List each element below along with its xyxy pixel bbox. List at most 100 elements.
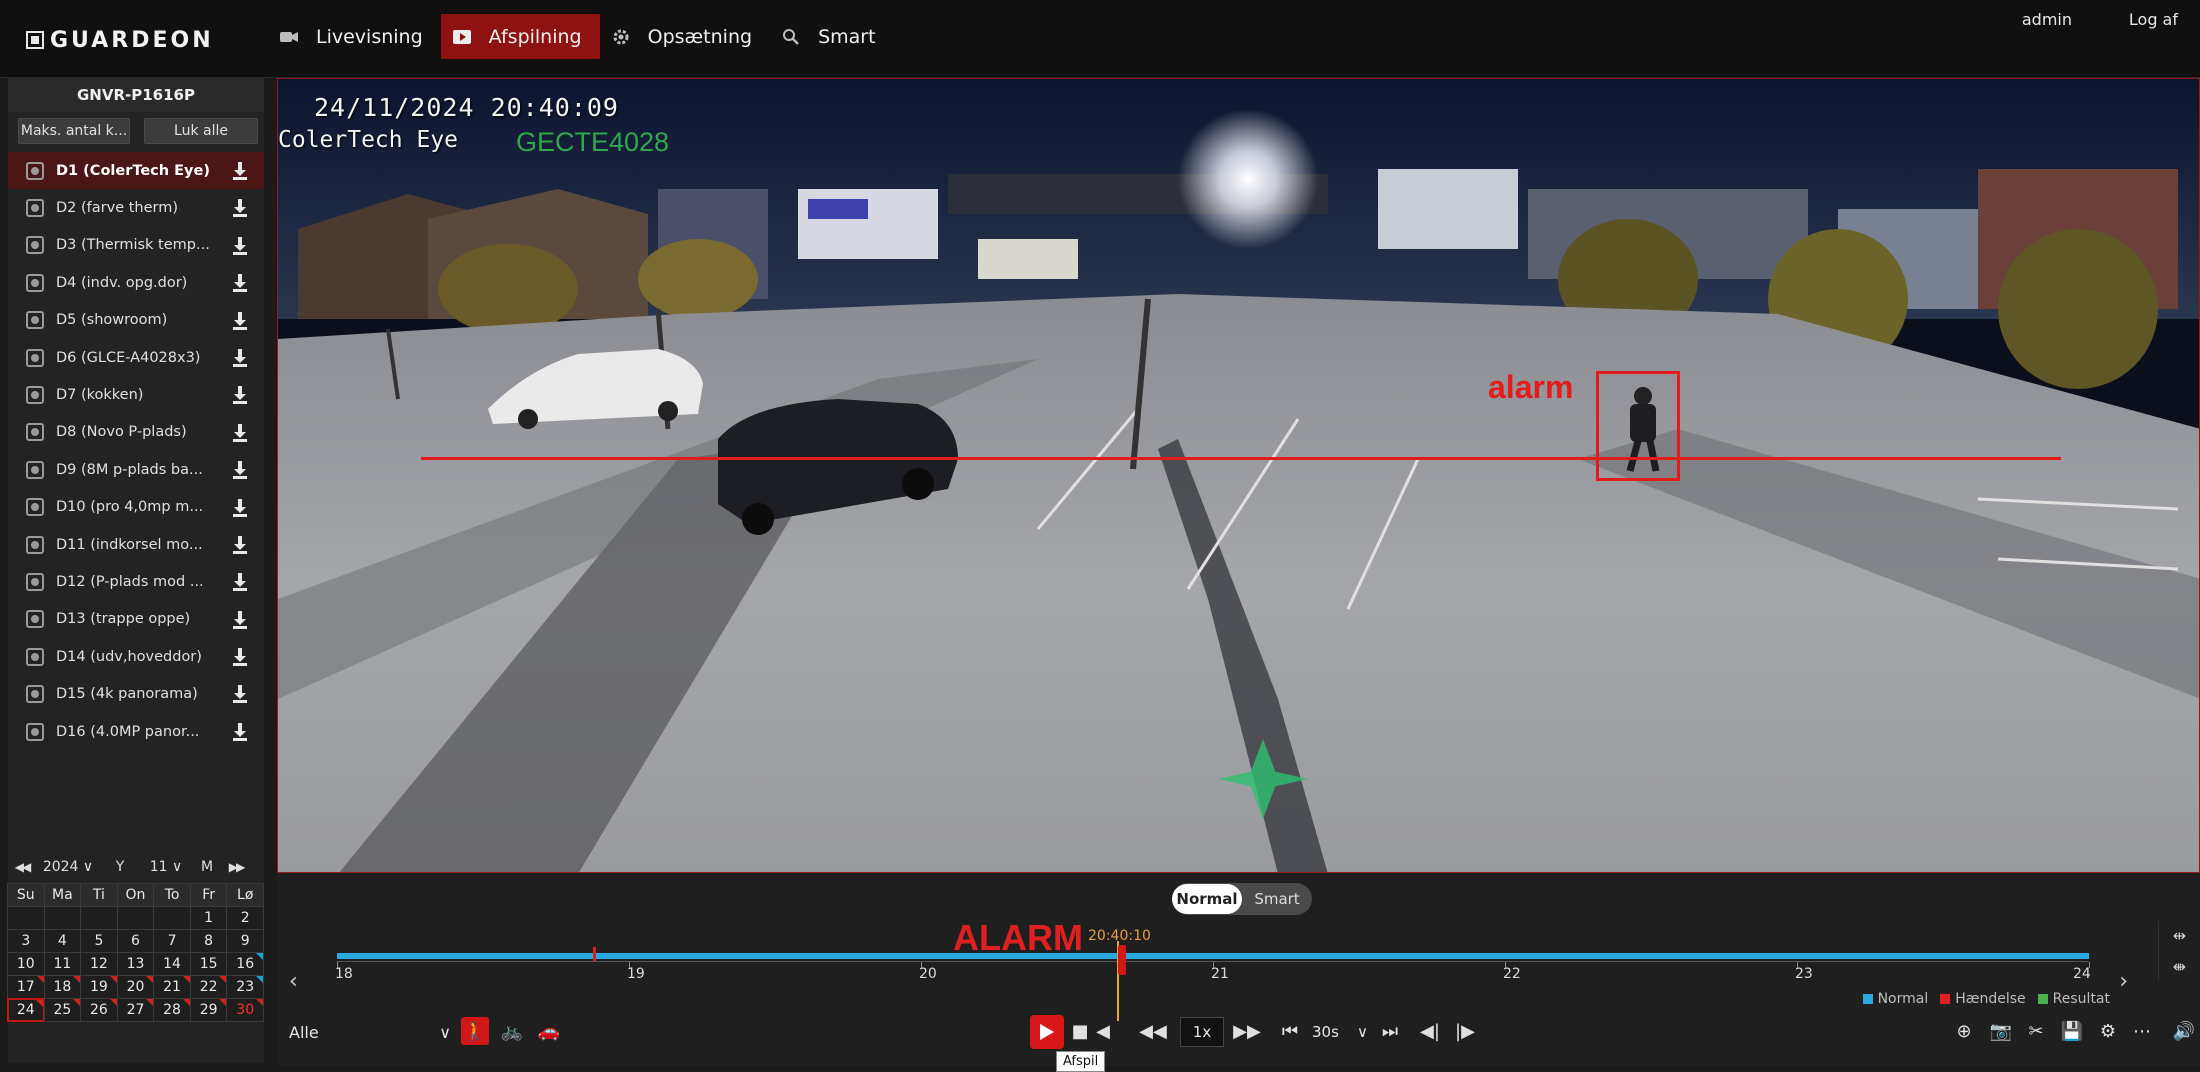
download-icon[interactable] (232, 573, 248, 592)
download-icon[interactable] (232, 311, 248, 330)
calendar-day[interactable]: 28 (153, 998, 191, 1022)
download-icon[interactable] (232, 274, 248, 293)
calendar-day[interactable]: 23 (226, 975, 264, 999)
mode-normal[interactable]: Normal (1172, 884, 1242, 914)
logout-link[interactable]: Log af (2129, 10, 2178, 29)
zoom-out-icon[interactable]: ⇼ (2173, 957, 2186, 976)
frame-forward-icon[interactable]: |▶ (1451, 1017, 1479, 1045)
max-channels-button[interactable]: Maks. antal k... (18, 118, 130, 144)
channel-item[interactable]: D12 (P-plads mod ... (8, 563, 264, 600)
timeline-axis[interactable]: 18 19 20 21 22 23 24 (335, 961, 2091, 997)
download-icon[interactable] (232, 722, 248, 741)
calendar-day[interactable]: 1 (189, 906, 228, 930)
calendar-day[interactable]: 27 (116, 998, 155, 1022)
download-icon[interactable] (232, 162, 248, 180)
slow-down-icon[interactable]: ◀◀ (1139, 1017, 1167, 1045)
calendar-day[interactable]: 19 (80, 975, 118, 999)
calendar-day[interactable]: 15 (189, 952, 228, 976)
year-select[interactable]: 2024 ∨ (36, 859, 100, 875)
timeline-prev-icon[interactable]: ‹ (289, 969, 298, 994)
download-icon[interactable] (232, 498, 248, 517)
step-select[interactable]: 30s ∨ (1308, 1019, 1372, 1045)
nav-afspilning[interactable]: Afspilning (440, 14, 600, 59)
calendar-day[interactable]: 21 (153, 975, 191, 999)
prev-year-icon[interactable]: ◀◀ (8, 860, 36, 874)
calendar-day[interactable]: 3 (7, 929, 45, 953)
person-filter-icon[interactable]: 🚶 (461, 1017, 489, 1045)
channel-item[interactable]: D9 (8M p-plads ba... (8, 451, 264, 488)
calendar-day[interactable]: 12 (80, 952, 118, 976)
calendar-day[interactable]: 2 (226, 906, 264, 930)
month-select[interactable]: 11 ∨ (140, 859, 192, 875)
volume-icon[interactable]: 🔊 (2170, 1017, 2198, 1045)
calendar-day[interactable]: 18 (43, 975, 82, 999)
calendar-day[interactable]: 7 (153, 929, 191, 953)
calendar-day[interactable]: 22 (189, 975, 228, 999)
calendar-day[interactable]: 6 (116, 929, 155, 953)
download-icon[interactable] (232, 610, 248, 629)
calendar-day[interactable]: 25 (43, 998, 82, 1022)
frame-back-icon[interactable]: ◀| (1416, 1017, 1444, 1045)
close-all-button[interactable]: Luk alle (144, 118, 258, 144)
download-icon[interactable] (232, 461, 248, 480)
vehicle-filter-icon[interactable]: 🚲 (498, 1017, 526, 1045)
timeline-next-icon[interactable]: › (2119, 969, 2128, 994)
skip-back-icon[interactable]: ⏮ (1276, 1017, 1304, 1045)
skip-forward-icon[interactable]: ⏭ (1376, 1017, 1404, 1045)
user-name[interactable]: admin (2022, 10, 2072, 29)
calendar-day[interactable]: 29 (189, 998, 228, 1022)
channel-item[interactable]: D1 (ColerTech Eye) (8, 152, 264, 190)
calendar-day[interactable]: 5 (80, 929, 118, 953)
download-icon[interactable] (232, 386, 248, 405)
download-icon[interactable] (232, 423, 248, 442)
mode-smart[interactable]: Smart (1242, 884, 1312, 914)
calendar-day[interactable]: 10 (7, 952, 45, 976)
channel-item[interactable]: D3 (Thermisk temp... (8, 227, 264, 264)
channel-item[interactable]: D14 (udv,hoveddor) (8, 638, 264, 675)
channel-item[interactable]: D11 (indkorsel mo... (8, 526, 264, 563)
channel-item[interactable]: D16 (4.0MP panor... (8, 713, 264, 750)
nav-smart[interactable]: Smart (770, 14, 893, 59)
zoom-in-icon[interactable]: ⇹ (2173, 926, 2186, 945)
car-filter-icon[interactable]: 🚗 (535, 1017, 563, 1045)
download-icon[interactable] (232, 199, 248, 218)
channel-item[interactable]: D8 (Novo P-plads) (8, 414, 264, 451)
calendar-day[interactable]: 17 (7, 975, 45, 999)
download-icon[interactable] (232, 535, 248, 554)
video-view[interactable]: alarm 24/11/2024 20:40:09 ColerTech Eye … (277, 78, 2200, 873)
playhead-handle[interactable] (1118, 945, 1126, 975)
calendar-day[interactable]: 11 (43, 952, 82, 976)
channel-item[interactable]: D6 (GLCE-A4028x3) (8, 339, 264, 376)
reverse-play-icon[interactable]: ◀ (1089, 1017, 1117, 1045)
calendar-day[interactable]: 16 (226, 952, 264, 976)
download-icon[interactable] (232, 236, 248, 255)
nav-opsaetning[interactable]: Opsætning (600, 14, 770, 59)
nav-livevisning[interactable]: Livevisning (268, 14, 441, 59)
calendar-day[interactable]: 14 (153, 952, 191, 976)
channel-item[interactable]: D15 (4k panorama) (8, 675, 264, 712)
settings-icon[interactable]: ⚙ (2094, 1017, 2122, 1045)
calendar-day[interactable]: 4 (43, 929, 82, 953)
snapshot-icon[interactable]: 📷 (1987, 1017, 2015, 1045)
save-icon[interactable]: 💾 (2058, 1017, 2086, 1045)
download-icon[interactable] (232, 685, 248, 704)
channel-item[interactable]: D10 (pro 4,0mp m... (8, 489, 264, 526)
calendar-day[interactable]: 26 (80, 998, 118, 1022)
event-filter-select[interactable]: Alle ∨ (287, 1019, 457, 1045)
channel-item[interactable]: D7 (kokken) (8, 376, 264, 413)
channel-item[interactable]: D4 (indv. opg.dor) (8, 264, 264, 301)
channel-item[interactable]: D2 (farve therm) (8, 189, 264, 226)
more-icon[interactable]: ⋯ (2128, 1017, 2156, 1045)
play-button[interactable] (1030, 1015, 1064, 1049)
calendar-day[interactable]: 9 (226, 929, 264, 953)
channel-item[interactable]: D5 (showroom) (8, 302, 264, 339)
calendar-day[interactable]: 30 (226, 998, 264, 1022)
digital-zoom-icon[interactable]: ⊕ (1950, 1017, 1978, 1045)
calendar-day[interactable]: 8 (189, 929, 228, 953)
download-icon[interactable] (232, 348, 248, 367)
calendar-day[interactable]: 13 (116, 952, 155, 976)
next-year-icon[interactable]: ▶▶ (222, 860, 250, 874)
mode-toggle[interactable]: Normal Smart (1172, 883, 1312, 915)
download-icon[interactable] (232, 648, 248, 667)
calendar-day[interactable]: 24 (7, 998, 45, 1022)
